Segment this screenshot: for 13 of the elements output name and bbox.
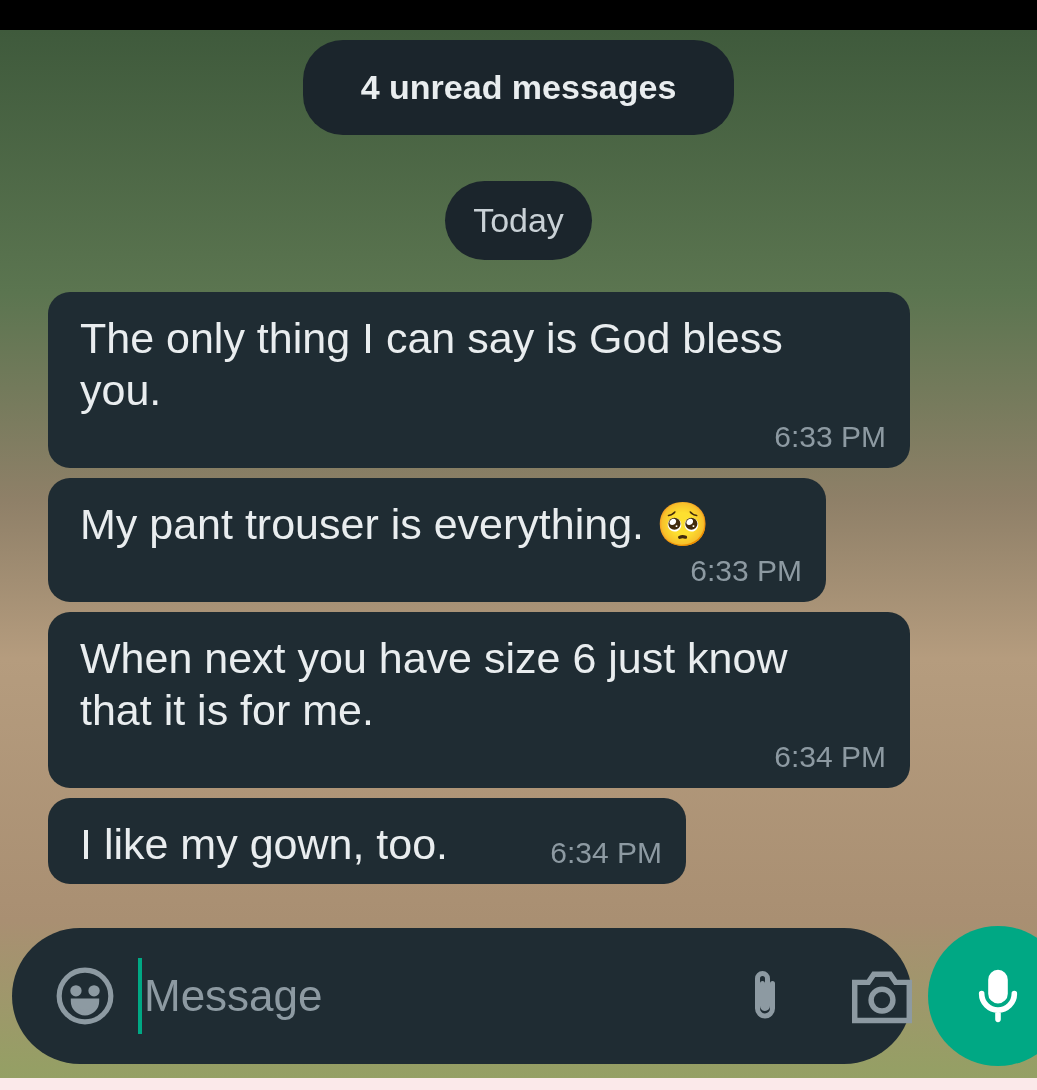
message-text: I like my gown, too. — [80, 819, 449, 870]
message-time: 6:34 PM — [774, 739, 886, 774]
message-time: 6:34 PM — [550, 835, 662, 870]
date-chip: Today — [445, 181, 592, 260]
message-time: 6:33 PM — [690, 553, 802, 588]
emoji-icon[interactable] — [54, 965, 116, 1027]
message-text: The only thing I can say is God bless you. — [80, 313, 784, 416]
message-text: When next you have size 6 just know that it is for me. — [80, 633, 789, 736]
unread-messages-banner: 4 unread messages — [302, 40, 735, 135]
message-composer[interactable]: Message — [12, 928, 912, 1064]
message-time: 6:33 PM — [774, 419, 886, 454]
message-text: My pant trouser is everything. 🥺 — [80, 499, 710, 550]
message-input-field[interactable]: Message — [138, 958, 721, 1034]
